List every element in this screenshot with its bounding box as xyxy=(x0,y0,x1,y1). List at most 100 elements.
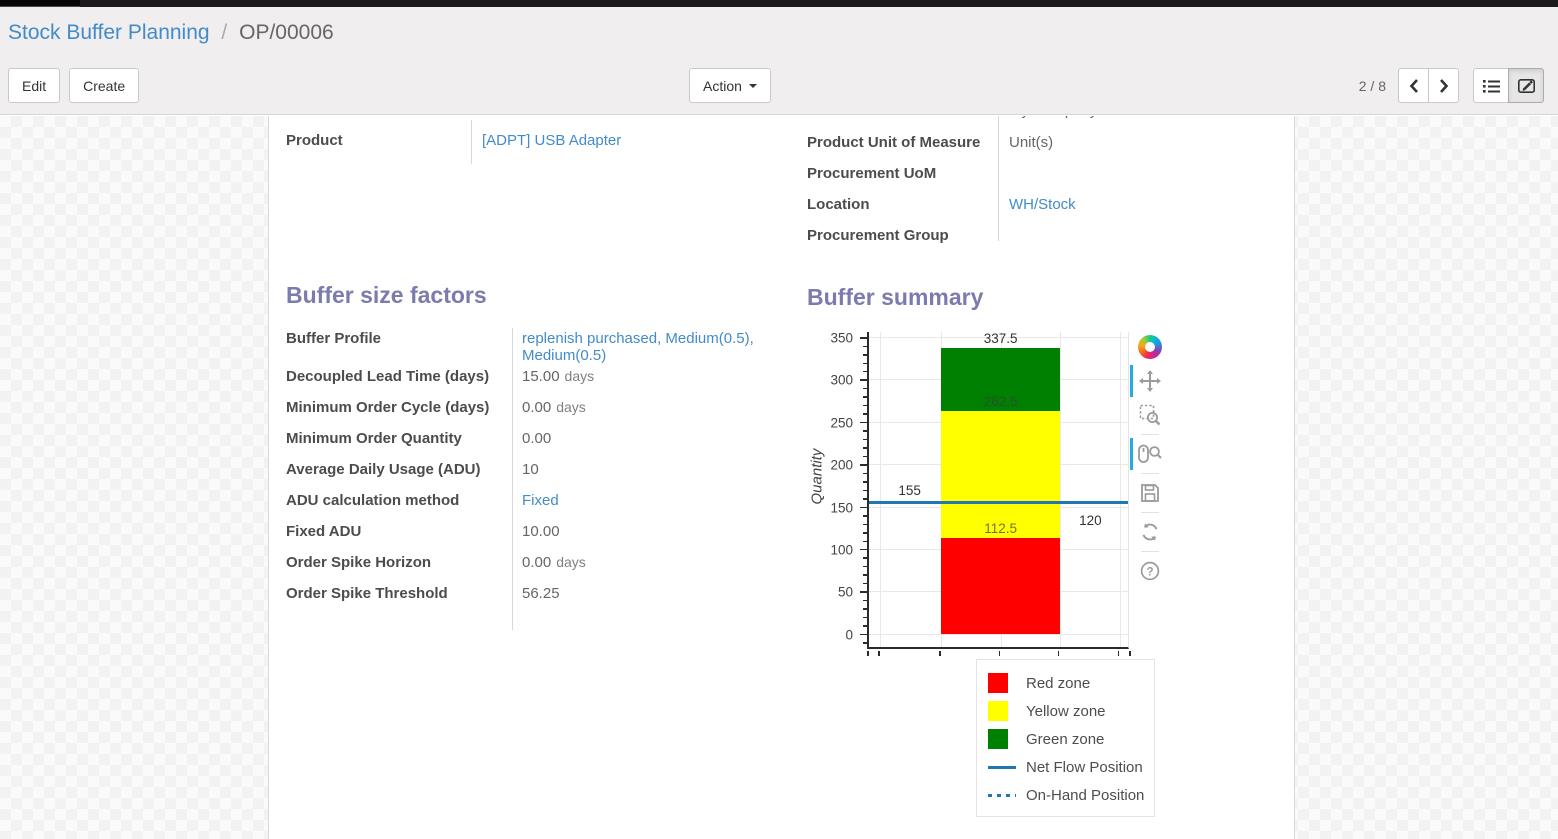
field-row: Decoupled Lead Time (days)15.00days xyxy=(286,364,791,395)
field-unit: days xyxy=(565,368,595,384)
field-value-text: 15.00 xyxy=(522,368,560,385)
y-major-tick xyxy=(860,422,867,424)
buffer-factors-group: Buffer Profilereplenish purchased, Mediu… xyxy=(286,326,791,612)
field-row: Location WH/Stock xyxy=(807,192,1287,223)
h-gridline xyxy=(869,634,1128,635)
field-value[interactable]: WH/Stock xyxy=(999,192,1076,213)
legend-swatch xyxy=(988,673,1018,693)
edit-button[interactable]: Edit xyxy=(8,68,60,103)
svg-text:?: ? xyxy=(1146,566,1153,578)
x-minor-tick xyxy=(1129,651,1131,656)
green-zone-swatch xyxy=(988,729,1008,749)
field-label: Procurement Group xyxy=(807,223,999,244)
field-label: Product Unit of Measure xyxy=(807,130,999,151)
field-value: 0.00 xyxy=(512,426,770,447)
help-tool-icon[interactable]: ? xyxy=(1137,558,1163,584)
field-value[interactable]: Fixed xyxy=(512,488,770,509)
x-minor-tick xyxy=(939,651,941,656)
pager-next-button[interactable] xyxy=(1428,68,1459,103)
v-gridline xyxy=(1120,332,1121,647)
legend-swatch xyxy=(988,701,1018,721)
x-axis xyxy=(867,651,1129,659)
legend-swatch xyxy=(988,729,1018,749)
product-field-value-link[interactable]: [ADPT] USB Adapter xyxy=(482,132,621,149)
chevron-right-icon xyxy=(1439,79,1449,93)
y-tick-label: 350 xyxy=(830,331,853,346)
field-value-link[interactable]: Fixed xyxy=(522,492,559,509)
field-row: Minimum Order Quantity0.00 xyxy=(286,426,791,457)
list-view-button[interactable] xyxy=(1473,68,1509,103)
pager-buttons xyxy=(1398,68,1459,103)
legend-label: On-Hand Position xyxy=(1026,787,1144,804)
red-zone-swatch xyxy=(988,673,1008,693)
legend-swatch xyxy=(988,766,1018,769)
field-value[interactable]: replenish purchased, Medium(0.5), Medium… xyxy=(512,326,770,364)
field-label: Fixed ADU xyxy=(286,519,512,540)
y-tick-label: 250 xyxy=(830,415,853,430)
legend-label: Red zone xyxy=(1026,675,1090,692)
y-major-tick xyxy=(860,634,867,636)
bokeh-logo-icon[interactable] xyxy=(1137,334,1163,360)
legend-label: Green zone xyxy=(1026,731,1104,748)
field-value: 15.00 days xyxy=(512,364,770,385)
chart-legend: Red zoneYellow zoneGreen zoneNet Flow Po… xyxy=(976,659,1155,817)
chart-value-label: 112.5 xyxy=(984,521,1017,536)
field-label: ADU calculation method xyxy=(286,488,512,509)
field-row: Order Spike Horizon0.00days xyxy=(286,550,791,581)
field-row: Fixed ADU 10.00 xyxy=(286,519,791,550)
field-value: 10.00 xyxy=(512,519,770,540)
field-row: Average Daily Usage (ADU)10 xyxy=(286,457,791,488)
field-label: Order Spike Threshold xyxy=(286,581,512,602)
y-tick-label: 50 xyxy=(838,585,853,600)
chart-toolbar: ? xyxy=(1135,330,1165,588)
field-row: Product [ADPT] USB Adapter xyxy=(286,128,766,159)
save-tool-icon[interactable] xyxy=(1137,480,1163,506)
action-dropdown-button[interactable]: Action xyxy=(689,68,771,103)
red-zone-bar xyxy=(941,538,1060,633)
chevron-left-icon xyxy=(1409,79,1419,93)
field-value-text: Unit(s) xyxy=(1009,134,1053,151)
field-unit: days xyxy=(556,554,586,570)
product-group: Product [ADPT] USB Adapter xyxy=(286,128,766,159)
yellow-zone-bar xyxy=(941,411,1060,538)
field-row: Procurement Group xyxy=(807,223,1287,254)
field-row: Minimum Order Cycle (days)0.00days xyxy=(286,395,791,426)
y-tick-label: 0 xyxy=(845,627,853,642)
field-value-link[interactable]: replenish purchased, Medium(0.5), Medium… xyxy=(522,330,754,364)
field-label: Location xyxy=(807,192,999,213)
field-unit: days xyxy=(556,399,586,415)
column-separator xyxy=(512,328,513,630)
pan-tool-icon[interactable] xyxy=(1137,368,1163,394)
top-nav-active-segment xyxy=(0,0,80,7)
chart-plot-area[interactable]: 337.5262.5112.5155120 xyxy=(867,332,1129,649)
field-row: ADU calculation method Fixed xyxy=(286,488,791,519)
reset-tool-icon[interactable] xyxy=(1137,519,1163,545)
field-value-link[interactable]: WH/Stock xyxy=(1009,196,1076,213)
box-zoom-tool-icon[interactable] xyxy=(1137,402,1163,428)
breadcrumb-parent-link[interactable]: Stock Buffer Planning xyxy=(8,21,210,44)
field-row: Product Unit of Measure Unit(s) xyxy=(807,130,1287,161)
y-major-tick xyxy=(860,507,867,509)
x-minor-tick xyxy=(999,651,1001,656)
field-value xyxy=(999,223,1009,227)
wheel-zoom-tool-icon[interactable] xyxy=(1137,441,1163,467)
form-view-button[interactable] xyxy=(1508,68,1544,103)
v-gridline xyxy=(880,332,881,647)
y-major-tick xyxy=(860,549,867,551)
net-flow-position-line xyxy=(869,501,1128,504)
y-tick-label: 200 xyxy=(830,458,853,473)
create-button[interactable]: Create xyxy=(69,68,139,103)
field-value-text: 10.00 xyxy=(522,523,560,540)
legend-label: Net Flow Position xyxy=(1026,759,1143,776)
y-major-tick xyxy=(860,337,867,339)
chart-value-label: 155 xyxy=(898,483,921,498)
chart-value-label: 262.5 xyxy=(984,394,1018,409)
pager-previous-button[interactable] xyxy=(1398,68,1429,103)
list-icon xyxy=(1483,79,1500,93)
y-tick-label: 100 xyxy=(830,542,853,557)
form-edit-icon xyxy=(1518,78,1535,93)
column-separator xyxy=(998,116,999,241)
breadcrumb: Stock Buffer Planning / OP/00006 xyxy=(8,21,334,45)
field-value: 56.25 xyxy=(512,581,770,602)
net-flow-position-swatch xyxy=(988,766,1016,769)
